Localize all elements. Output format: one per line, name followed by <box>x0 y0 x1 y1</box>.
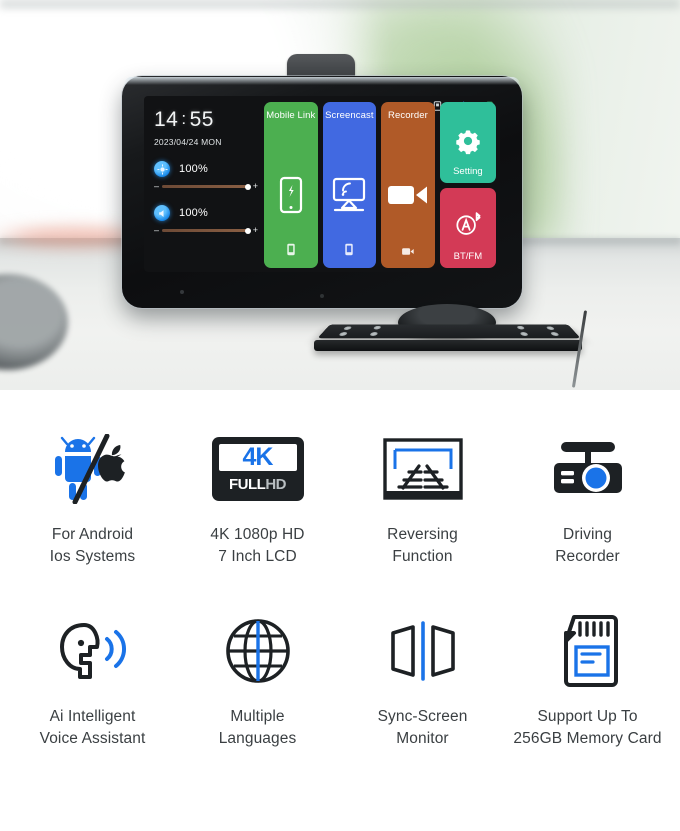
device-screen[interactable]: 14 : 55 2023/04/24 MON 100% – + 100% – +… <box>144 96 500 272</box>
clock-minutes: 55 <box>189 108 214 131</box>
feature-android-ios: For Android Ios Systems <box>10 426 175 568</box>
feature-driving-recorder: Driving Recorder <box>505 426 670 568</box>
dash-cam-icon <box>544 426 632 512</box>
tile-screencast-label: Screencast <box>325 110 374 121</box>
caption-line-2: 7 Inch LCD <box>218 548 297 565</box>
feature-grid: For Android Ios Systems 4K FULL HD 4K 108… <box>0 392 680 831</box>
bezel-highlight <box>124 77 520 85</box>
feature-caption: Sync-Screen Monitor <box>378 706 468 750</box>
feature-row-2: Ai Intelligent Voice Assistant Multiple … <box>10 608 670 750</box>
memory-card-icon <box>556 608 620 694</box>
app-tile-grid: Mobile Link Screencast Recorder Setting … <box>264 102 496 268</box>
feature-caption: Driving Recorder <box>555 524 620 568</box>
caption-line-2: Ios Systems <box>49 548 136 565</box>
feature-caption: Support Up To 256GB Memory Card <box>513 706 661 750</box>
brightness-bar[interactable] <box>162 183 251 190</box>
tile-screencast[interactable]: Screencast <box>322 102 377 268</box>
brightness-minus[interactable]: – <box>154 182 159 191</box>
brightness-value: 100% <box>179 163 208 175</box>
feature-memory-card: Support Up To 256GB Memory Card <box>505 608 670 750</box>
clock: 14 : 55 <box>154 108 258 132</box>
tile-bt-fm[interactable]: BT/FM <box>439 187 496 268</box>
caption-line-1: Multiple <box>230 708 285 725</box>
voice-assistant-icon <box>50 608 136 694</box>
feature-caption: Multiple Languages <box>219 706 297 750</box>
caption-line-2: Recorder <box>555 548 620 565</box>
volume-value: 100% <box>179 207 208 219</box>
caption-line-1: Ai Intelligent <box>49 708 136 725</box>
caption-line-2: 256GB Memory Card <box>513 730 662 747</box>
caption-line-2: Monitor <box>396 730 449 747</box>
feature-reversing: Reversing Function <box>340 426 505 568</box>
feature-caption: 4K 1080p HD 7 Inch LCD <box>210 524 304 568</box>
caption-line-2: Voice Assistant <box>39 730 146 747</box>
volume-thumb[interactable] <box>244 227 251 234</box>
brightness-plus[interactable]: + <box>253 182 258 191</box>
volume-bar[interactable] <box>162 227 251 234</box>
feature-caption: Ai Intelligent Voice Assistant <box>40 706 146 750</box>
tile-bt-fm-label: BT/FM <box>453 251 483 262</box>
badge-full-text: FULL <box>229 475 266 493</box>
feature-caption: Reversing Function <box>387 524 458 568</box>
car-display-device: 14 : 55 2023/04/24 MON 100% – + 100% – +… <box>122 54 588 388</box>
badge-hd-text: HD <box>265 475 286 493</box>
tile-screencast-badge <box>345 243 354 261</box>
volume-slider[interactable]: 100% – + <box>154 205 258 235</box>
product-photo: 14 : 55 2023/04/24 MON 100% – + 100% – +… <box>0 0 680 390</box>
volume-plus[interactable]: + <box>253 226 258 235</box>
sync-screen-icon <box>381 608 465 694</box>
feature-caption: For Android Ios Systems <box>50 524 136 568</box>
reversing-guidelines-icon <box>381 426 465 512</box>
tile-recorder-badge <box>401 243 414 261</box>
volume-minus[interactable]: – <box>154 226 159 235</box>
mic-dot <box>180 290 184 294</box>
screen-info-panel: 14 : 55 2023/04/24 MON 100% – + 100% – + <box>154 108 258 235</box>
sensor-dot <box>320 294 324 298</box>
tile-setting-label: Setting <box>453 165 483 177</box>
caption-line-1: Sync-Screen <box>377 708 468 725</box>
globe-icon <box>223 608 293 694</box>
caption-line-2: Languages <box>218 730 297 747</box>
caption-line-1: For Android <box>51 526 134 543</box>
feature-4k-display: 4K FULL HD 4K 1080p HD 7 Inch LCD <box>175 426 340 568</box>
dashboard-mount-bracket <box>302 304 592 388</box>
tile-mobile-link-badge <box>286 243 295 261</box>
device-bezel: 14 : 55 2023/04/24 MON 100% – + 100% – +… <box>122 76 522 308</box>
feature-row-1: For Android Ios Systems 4K FULL HD 4K 108… <box>10 426 670 568</box>
tile-recorder-label: Recorder <box>388 110 428 121</box>
caption-line-1: Driving <box>563 526 612 543</box>
brightness-thumb[interactable] <box>244 183 251 190</box>
mount-plate <box>317 324 581 339</box>
badge-4k-text: 4K <box>242 443 274 471</box>
brightness-icon <box>154 161 170 177</box>
feature-multiple-languages: Multiple Languages <box>175 608 340 750</box>
android-apple-icon <box>45 426 141 512</box>
clock-hours: 14 <box>154 108 179 131</box>
tile-recorder[interactable]: Recorder <box>381 102 435 268</box>
dashboard-edge <box>0 0 680 8</box>
4k-fullhd-badge-icon: 4K FULL HD <box>211 426 304 512</box>
clock-colon: : <box>181 109 187 128</box>
tile-mobile-link-label: Mobile Link <box>266 110 316 121</box>
caption-line-1: Reversing <box>387 526 458 543</box>
mount-holes <box>317 324 580 338</box>
feature-voice-assistant: Ai Intelligent Voice Assistant <box>10 608 175 750</box>
volume-track[interactable]: – + <box>154 226 258 235</box>
volume-icon <box>154 205 170 221</box>
date-label: 2023/04/24 MON <box>154 137 222 147</box>
tile-mobile-link[interactable]: Mobile Link <box>264 102 318 268</box>
brightness-track[interactable]: – + <box>154 182 258 191</box>
feature-sync-screen: Sync-Screen Monitor <box>340 608 505 750</box>
mount-foot <box>314 340 582 351</box>
brightness-slider[interactable]: 100% – + <box>154 161 258 191</box>
caption-line-1: 4K 1080p HD <box>210 526 305 543</box>
caption-line-2: Function <box>392 548 453 565</box>
tile-setting[interactable]: Setting <box>439 102 496 183</box>
caption-line-1: Support Up To <box>537 708 638 725</box>
